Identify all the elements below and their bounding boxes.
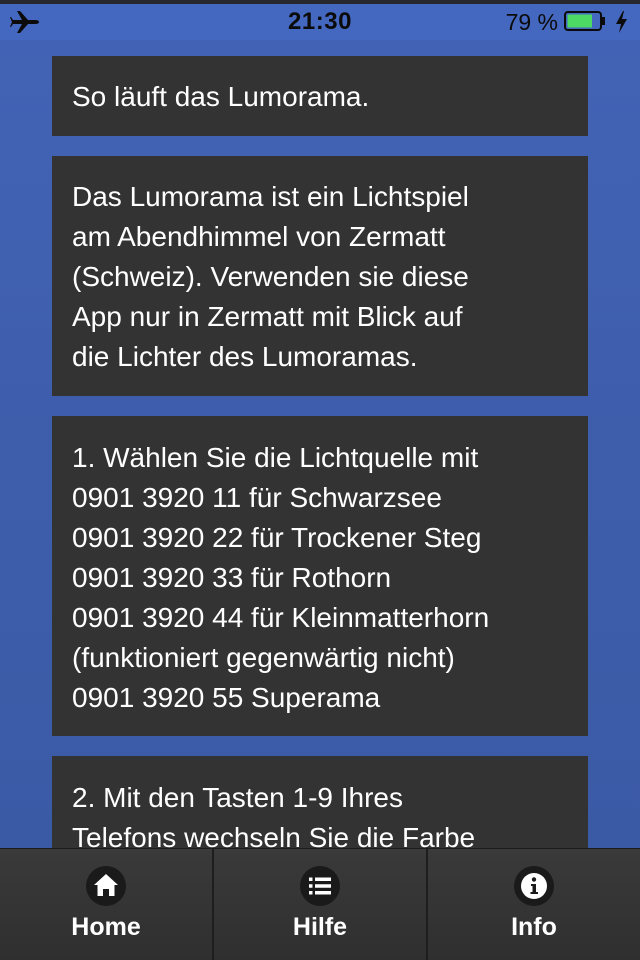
tab-info-label: Info [511, 913, 557, 941]
card-text-line: 0901 3920 33 für Rothorn [72, 562, 392, 593]
tab-home[interactable]: Home [0, 849, 214, 960]
card-text-line: Telefons wechseln Sie die Farbe [72, 822, 476, 848]
card-step-2: 2. Mit den Tasten 1-9 Ihres Telefons wec… [52, 756, 588, 848]
list-icon [300, 866, 340, 906]
battery-icon [564, 11, 605, 31]
card-text-line: 0901 3920 22 für Trockener Steg [72, 522, 482, 553]
card-text-line: (Schweiz). Verwenden sie diese [72, 261, 469, 292]
battery-fill [567, 14, 592, 28]
tab-hilfe-label: Hilfe [292, 913, 348, 941]
card-text-line: App nur in Zermatt mit Blick auf [72, 301, 463, 332]
charging-bolt-icon [616, 11, 627, 33]
card-text-line: (funktioniert gegenwärtig nicht) [72, 642, 455, 673]
card-text-line: 0901 3920 44 für Kleinmatterhorn [72, 602, 490, 633]
card-step-1: 1. Wählen Sie die Lichtquelle mit 0901 3… [52, 416, 588, 736]
tab-bar: Home Hilfe Info [0, 848, 640, 960]
card-text-line: 2. Mit den Tasten 1-9 Ihres [72, 782, 403, 813]
info-icon [514, 866, 554, 906]
card-intro: Das Lumorama ist ein Lichtspiel am Abend… [52, 156, 588, 396]
card-text-line: die Lichter des Lumoramas. [72, 341, 418, 372]
card-text-line: So läuft das Lumorama. [72, 81, 370, 112]
scroll-content[interactable]: So läuft das Lumorama. Das Lumorama ist … [0, 40, 640, 848]
card-text-line: 1. Wählen Sie die Lichtquelle mit [72, 442, 479, 473]
card-title: So läuft das Lumorama. [52, 56, 588, 136]
card-text-line: 0901 3920 11 für Schwarzsee [72, 482, 442, 513]
home-icon [86, 866, 126, 906]
tab-home-label: Home [71, 913, 141, 941]
tab-hilfe[interactable]: Hilfe [214, 849, 428, 960]
tab-info[interactable]: Info [428, 849, 640, 960]
battery-percentage: 79 % [505, 9, 558, 35]
card-text-line: Das Lumorama ist ein Lichtspiel [72, 181, 469, 212]
card-text-line: 0901 3920 55 Superama [72, 682, 381, 713]
status-bar: 21:30 79 % [0, 4, 640, 40]
card-text-line: am Abendhimmel von Zermatt [72, 221, 446, 252]
